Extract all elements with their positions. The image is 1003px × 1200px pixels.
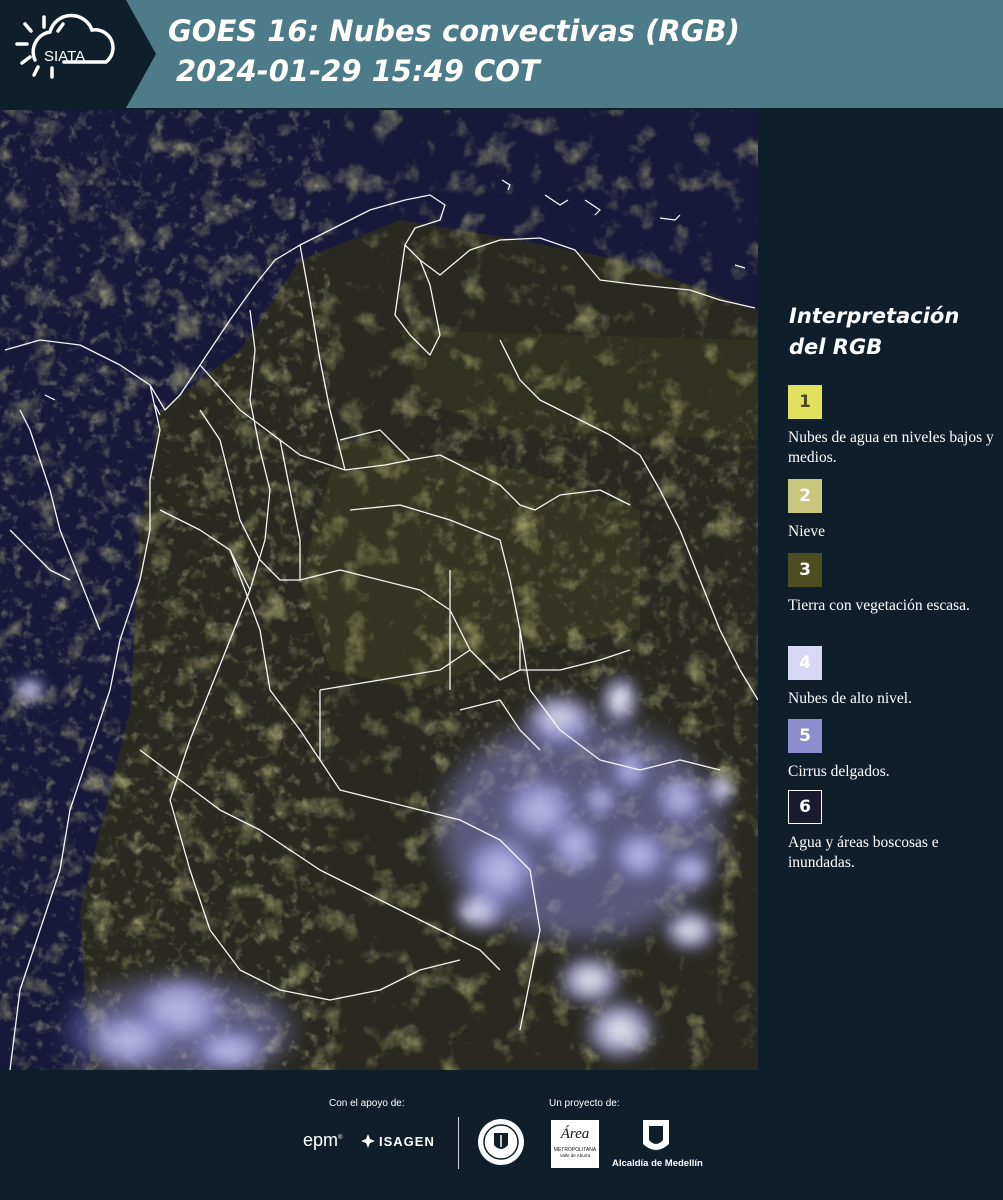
epm-logo-text: epm [303,1130,339,1150]
legend-swatch: 4 [788,646,822,680]
legend-item: 6 Agua y áreas boscosas e inundadas. [788,790,998,873]
legend-item: 3 Tierra con vegetación escasa. [788,553,998,616]
area-logo-subtext2: Valle de Aburrá [559,1153,591,1158]
support-label: Con el apoyo de: [329,1098,405,1109]
footer: Con el apoyo de: Un proyecto de: epm® IS… [0,1070,1003,1200]
satellite-rgb-image-icon [0,110,758,1070]
legend-label: Nieve [788,523,826,540]
alcaldia-label: Alcaldía de Medellín [612,1158,703,1169]
legend-item: 2 Nieve [788,479,998,542]
logo-tab: SIATA [0,0,156,108]
epm-logo: epm® [303,1130,343,1150]
isagen-logo-text: ISAGEN [379,1133,435,1149]
area-metropolitana-logo: Área METROPOLITANA Valle de Aburrá [551,1120,599,1168]
project-label: Un proyecto de: [549,1098,620,1109]
legend-label: Cirrus delgados. [788,763,890,780]
isagen-logo: ISAGEN [360,1133,435,1149]
legend-swatch: 1 [788,385,822,419]
isagen-icon [361,1134,375,1148]
legend-label: Agua y áreas boscosas e inundadas. [788,834,939,871]
legend-item: 5 Cirrus delgados. [788,719,998,782]
footer-divider [458,1117,459,1169]
legend-item: 1 Nubes de agua en niveles bajos y medio… [788,385,998,468]
legend-swatch: 3 [788,553,822,587]
legend-swatch: 2 [788,479,822,513]
timestamp: 2024-01-29 15:49 COT [176,54,540,88]
page-title: GOES 16: Nubes convectivas (RGB) [168,14,740,48]
legend-title-line2: del RGB [789,335,883,359]
legend-swatch: 6 [788,790,822,824]
siata-logo-text: SIATA [44,48,85,65]
legend-swatch: 5 [788,719,822,753]
legend-label: Nubes de alto nivel. [788,690,912,707]
legend-label: Tierra con vegetación escasa. [788,597,970,614]
legend-label: Nubes de agua en niveles bajos y medios. [788,429,994,466]
medellin-seal-icon [478,1119,524,1165]
legend-title-line1: Interpretación [789,304,960,328]
header-bar: SIATA GOES 16: Nubes convectivas (RGB) 2… [0,0,1003,108]
legend-title: Interpretación del RGB [789,301,989,363]
legend-panel: Interpretación del RGB 1 Nubes de agua e… [760,108,1003,1070]
area-logo-text: Área [560,1126,590,1142]
alcaldia-shield-icon [643,1120,669,1150]
legend-item: 4 Nubes de alto nivel. [788,646,998,709]
satellite-map[interactable] [0,110,758,1070]
